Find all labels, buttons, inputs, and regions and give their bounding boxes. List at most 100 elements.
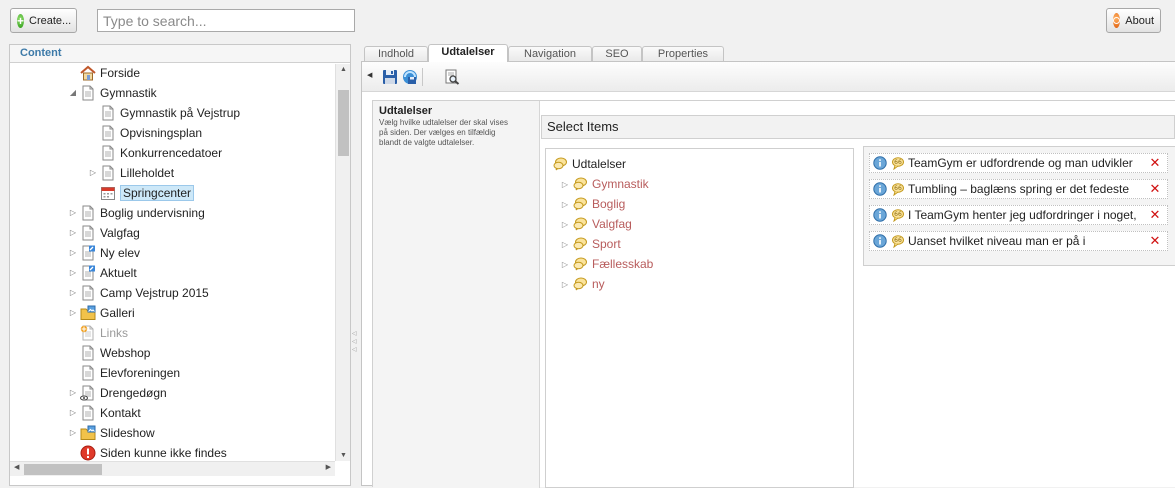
expand-arrow-icon[interactable]: ▷ — [68, 303, 78, 323]
tab-udtalelser[interactable]: Udtalelser — [428, 44, 508, 62]
speech-bubble-icon — [552, 156, 568, 172]
speech-bubble-icon: 66 — [891, 234, 905, 249]
save-and-publish-icon[interactable] — [402, 69, 418, 85]
tree-node[interactable]: ▷ Galleri — [70, 303, 135, 323]
selected-item[interactable]: 66 Uanset hvilket niveau man er på i ✕ — [869, 231, 1168, 251]
expand-arrow-icon[interactable]: ▷ — [68, 383, 78, 403]
collapse-arrow-icon[interactable]: ◀ — [367, 71, 372, 79]
expand-arrow-icon[interactable]: ▷ — [560, 280, 570, 289]
tree-node[interactable]: ▷ Camp Vejstrup 2015 — [70, 283, 209, 303]
tree-node[interactable]: ▷ Boglig undervisning — [70, 203, 205, 223]
expand-arrow-icon[interactable]: ▷ — [560, 240, 570, 249]
about-button[interactable]: About — [1106, 8, 1161, 33]
tree-node[interactable]: ▷ Ny elev — [70, 243, 140, 263]
scroll-down-icon[interactable]: ▼ — [336, 452, 351, 459]
search-input[interactable] — [97, 9, 355, 32]
expand-arrow-icon[interactable]: ▷ — [88, 163, 98, 183]
tab-content: ◀ Udtalelser Vælg hvilke udtalelser der … — [361, 61, 1175, 488]
expand-arrow-icon[interactable]: ▷ — [560, 180, 570, 189]
tree-node[interactable]: ▷ Lilleholdet — [90, 163, 174, 183]
expand-arrow-icon[interactable]: ▷ — [68, 403, 78, 423]
tree-node[interactable]: Gymnastik på Vejstrup — [100, 103, 240, 123]
svg-text:66: 66 — [894, 237, 902, 244]
save-icon[interactable] — [382, 69, 398, 85]
tab-navigation[interactable]: Navigation — [508, 46, 592, 62]
tab-indhold[interactable]: Indhold — [364, 46, 428, 62]
tree-node[interactable]: ▷ Slideshow — [70, 423, 155, 443]
document-edit-icon — [80, 265, 96, 281]
document-icon — [100, 145, 116, 161]
scroll-up-icon[interactable]: ▲ — [336, 66, 351, 73]
expand-arrow-icon[interactable]: ▷ — [68, 283, 78, 303]
info-icon[interactable] — [873, 156, 887, 170]
scrollbar-thumb[interactable] — [24, 464, 102, 475]
tree-node[interactable]: Webshop — [80, 343, 150, 363]
speech-bubble-icon — [572, 216, 588, 232]
scroll-left-icon[interactable]: ◀ — [14, 463, 19, 471]
tab-seo[interactable]: SEO — [592, 46, 642, 62]
info-icon[interactable] — [873, 234, 887, 248]
property-label-column: Udtalelser Vælg hvilke udtalelser der sk… — [373, 101, 540, 488]
document-icon — [100, 105, 116, 121]
expand-arrow-icon[interactable]: ▷ — [68, 263, 78, 283]
speech-bubble-icon — [572, 236, 588, 252]
selected-item[interactable]: 66 TeamGym er udfordrende og man udvikler… — [869, 153, 1168, 173]
picker-root-node[interactable]: Udtalelser — [552, 154, 626, 174]
picker-node[interactable]: ▷ ny — [562, 274, 605, 294]
tab-properties[interactable]: Properties — [642, 46, 724, 62]
info-icon[interactable] — [873, 182, 887, 196]
expand-arrow-icon[interactable]: ▷ — [560, 220, 570, 229]
tree-node[interactable]: ▷ Drengedøgn — [70, 383, 167, 403]
picker-node-label: Sport — [592, 237, 621, 251]
tree-node[interactable]: Forside — [80, 64, 140, 83]
expand-arrow-icon[interactable]: ▷ — [68, 243, 78, 263]
tree-node-label: Siden kunne ikke findes — [100, 446, 227, 460]
selected-item-label: I TeamGym henter jeg udfordringer i noge… — [908, 208, 1137, 222]
collapse-arrow-icon[interactable]: ◢ — [68, 83, 78, 103]
tree-node[interactable]: ◢ Gymnastik — [70, 83, 157, 103]
remove-icon[interactable]: ✕ — [1149, 234, 1161, 247]
picker-node[interactable]: ▷ Valgfag — [562, 214, 632, 234]
tree-node[interactable]: Springcenter — [100, 183, 195, 203]
tree-vertical-scrollbar[interactable]: ▲ ▼ — [335, 64, 350, 461]
expand-arrow-icon[interactable]: ▷ — [68, 223, 78, 243]
tree-node[interactable]: Opvisningsplan — [100, 123, 202, 143]
expand-arrow-icon[interactable]: ▷ — [560, 200, 570, 209]
toolbar-separator — [422, 68, 423, 86]
scroll-right-icon[interactable]: ▶ — [326, 463, 331, 471]
panel-splitter-handle[interactable]: ◁ ◁ ◁ — [352, 330, 360, 356]
tree-node[interactable]: Elevforeningen — [80, 363, 180, 383]
picker-node[interactable]: ▷ Boglig — [562, 194, 625, 214]
tree-node[interactable]: ▷ Valgfag — [70, 223, 140, 243]
picker-node[interactable]: ▷ Fællesskab — [562, 254, 653, 274]
picker-node[interactable]: ▷ Gymnastik — [562, 174, 649, 194]
svg-text:66: 66 — [894, 185, 902, 192]
selected-item[interactable]: 66 Tumbling – baglæns spring er det fedes… — [869, 179, 1168, 199]
warning-icon — [80, 445, 96, 461]
document-icon — [80, 345, 96, 361]
tree-node[interactable]: Konkurrencedatoer — [100, 143, 222, 163]
property-description: Vælg hvilke udtalelser der skal vises på… — [379, 118, 508, 147]
tree-node[interactable]: Siden kunne ikke findes — [80, 443, 227, 461]
selected-item[interactable]: 66 I TeamGym henter jeg udfordringer i no… — [869, 205, 1168, 225]
expand-arrow-icon[interactable]: ▷ — [560, 260, 570, 269]
tree-node[interactable]: ▷ Kontakt — [70, 403, 141, 423]
tree-node[interactable]: ▷ Aktuelt — [70, 263, 137, 283]
scrollbar-thumb[interactable] — [338, 90, 349, 156]
create-button[interactable]: + Create... — [10, 8, 77, 33]
remove-icon[interactable]: ✕ — [1149, 182, 1161, 195]
folder-image-icon — [80, 425, 96, 441]
tree-node-label: Boglig undervisning — [100, 206, 205, 220]
expand-arrow-icon[interactable]: ▷ — [68, 203, 78, 223]
picker-node[interactable]: ▷ Sport — [562, 234, 621, 254]
speech-bubble-icon — [572, 176, 588, 192]
expand-arrow-icon[interactable]: ▷ — [68, 423, 78, 443]
info-icon[interactable] — [873, 208, 887, 222]
remove-icon[interactable]: ✕ — [1149, 156, 1161, 169]
preview-icon[interactable] — [444, 69, 460, 85]
tree-node[interactable]: Links — [80, 323, 128, 343]
remove-icon[interactable]: ✕ — [1149, 208, 1161, 221]
tree-horizontal-scrollbar[interactable]: ◀ ▶ — [10, 461, 335, 476]
